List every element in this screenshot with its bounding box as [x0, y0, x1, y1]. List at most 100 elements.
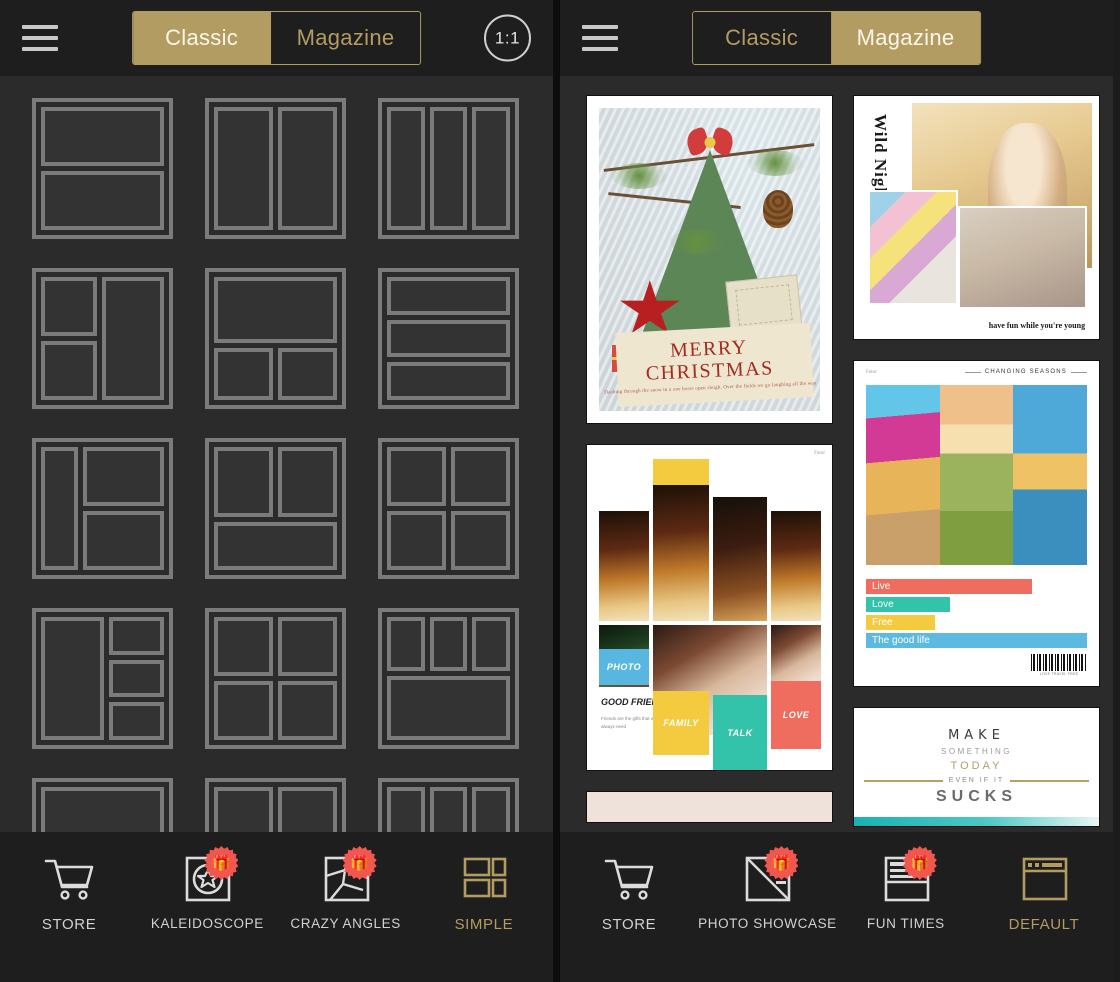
layout-template-top-full-bottom-two[interactable]	[205, 268, 346, 409]
toolbar-item-photo-showcase[interactable]: 🎁 PHOTO SHOWCASE	[698, 846, 837, 931]
layout-template-two-columns[interactable]	[205, 98, 346, 239]
toolbar-item-kaleidoscope[interactable]: 🎁 KALEIDOSCOPE	[138, 846, 276, 931]
tab-magazine[interactable]: Magazine	[830, 12, 981, 64]
bar-live: Live	[866, 579, 1032, 594]
layout-template-quad-uneven[interactable]	[205, 608, 346, 749]
aspect-ratio-button[interactable]: 1:1	[484, 14, 531, 62]
toolbar-label-fun-times: FUN TIMES	[866, 916, 945, 931]
bar-free: Free	[866, 615, 935, 630]
layout-template-left-split-right-full[interactable]	[32, 268, 173, 409]
tab-classic[interactable]: Classic	[692, 12, 831, 64]
make-something-line3: TODAY	[950, 760, 1003, 772]
toolbar-item-crazy-angles[interactable]: 🎁 CRAZY ANGLES	[277, 846, 415, 931]
rule-right	[1010, 779, 1090, 782]
accent-block	[653, 459, 709, 485]
changing-seasons-photos	[866, 385, 1088, 565]
fotor-watermark: Fotor	[814, 451, 825, 456]
layout-template-two-rows[interactable]	[32, 98, 173, 239]
collage-photo	[867, 190, 958, 305]
toolbar-item-fun-times[interactable]: 🎁 FUN TIMES	[837, 846, 975, 931]
toolbar-label-kaleidoscope: KALEIDOSCOPE	[150, 916, 264, 931]
right-mode-switch[interactable]: Classic Magazine	[691, 11, 982, 65]
toolbar-label-photo-showcase: PHOTO SHOWCASE	[698, 916, 837, 931]
make-something-line1: MAKE	[948, 728, 1005, 743]
christmas-title: MERRY CHRISTMAS Dashing through the snow…	[599, 334, 820, 398]
bar-love: Love	[866, 597, 950, 612]
collage-body-text: Friends are the gifts that we always nee…	[601, 716, 657, 729]
layout-template-narrow-left-right-split[interactable]	[32, 438, 173, 579]
right-panel: Classic Magazine MERRY CHRISTMAS Dashing…	[553, 0, 1113, 982]
season-photo	[866, 385, 940, 565]
template-make-something[interactable]: MAKE SOMETHING TODAY EVEN IF IT SUCKS	[854, 708, 1099, 826]
layout-template-scroll[interactable]	[0, 76, 553, 832]
changing-seasons-heading: CHANGING SEASONS	[964, 369, 1087, 375]
layout-template-top-two-bottom-full[interactable]	[205, 438, 346, 579]
barcode-bars	[1031, 654, 1087, 671]
left-panel: Classic Magazine 1:1 STORE 🎁 KALEIDOSCOP…	[0, 0, 553, 982]
toolbar-label-store: STORE	[601, 916, 657, 933]
toolbar-item-simple[interactable]: SIMPLE	[415, 854, 553, 933]
app-stage: Classic Magazine 1:1 STORE 🎁 KALEIDOSCOP…	[0, 0, 1120, 982]
wild-nights-artwork: Wild Nights have fun while you're young	[861, 103, 1092, 332]
photo-showcase-icon: 🎁	[740, 846, 799, 904]
template-partial-next[interactable]	[587, 792, 832, 822]
make-something-line4-row: EVEN IF IT	[863, 777, 1090, 784]
fotor-watermark: Fotor	[866, 370, 877, 375]
collage-label-photo: PHOTO	[599, 649, 649, 685]
season-photo	[1013, 385, 1088, 565]
template-christmas-card[interactable]: MERRY CHRISTMAS Dashing through the snow…	[587, 96, 832, 423]
toolbar-item-store[interactable]: STORE	[0, 854, 138, 933]
hamburger-icon[interactable]	[582, 25, 618, 51]
right-toolbar: STORE 🎁 PHOTO SHOWCASE 🎁 FUN TIMES DEFAU…	[560, 832, 1113, 982]
bar-the-good-life: The good life	[866, 633, 1087, 648]
simple-grid-icon	[457, 854, 511, 904]
left-toolbar: STORE 🎁 KALEIDOSCOPE 🎁 CRAZY ANGLES SIMP…	[0, 832, 553, 982]
pinecone-icon	[763, 189, 794, 228]
right-header: Classic Magazine	[560, 0, 1113, 76]
layout-template-partial-row-b[interactable]	[205, 778, 346, 832]
toolbar-label-store: STORE	[41, 916, 97, 933]
season-photo	[939, 385, 1014, 565]
collage-photo	[599, 511, 649, 621]
template-changing-seasons[interactable]: Fotor CHANGING SEASONS Live Love Free Th…	[854, 361, 1099, 686]
changing-seasons-heading-text: CHANGING SEASONS	[984, 369, 1067, 375]
layout-template-three-columns[interactable]	[378, 98, 519, 239]
crazy-angles-icon: 🎁	[319, 846, 377, 904]
left-mode-switch[interactable]: Classic Magazine	[131, 11, 422, 65]
layout-template-left-full-right-three[interactable]	[32, 608, 173, 749]
rule-left	[964, 371, 981, 373]
teal-footer-band	[854, 817, 1099, 826]
magazine-columns: MERRY CHRISTMAS Dashing through the snow…	[587, 96, 1099, 826]
toolbar-item-default[interactable]: DEFAULT	[975, 854, 1113, 933]
collage-label-love: LOVE	[771, 681, 821, 749]
make-something-line2: SOMETHING	[941, 747, 1012, 756]
rule-right	[1071, 371, 1087, 373]
toolbar-item-store[interactable]: STORE	[560, 854, 698, 933]
layout-template-three-top-one-bottom[interactable]	[378, 608, 519, 749]
christmas-artwork: MERRY CHRISTMAS Dashing through the snow…	[599, 108, 820, 411]
layout-template-two-by-two[interactable]	[378, 438, 519, 579]
tab-magazine[interactable]: Magazine	[270, 12, 421, 64]
cart-icon	[602, 854, 656, 904]
make-something-line5: SUCKS	[935, 788, 1017, 805]
layout-template-partial-row-c[interactable]	[378, 778, 519, 832]
toolbar-label-default: DEFAULT	[1008, 916, 1080, 933]
magazine-column-left: MERRY CHRISTMAS Dashing through the snow…	[587, 96, 832, 826]
barcode: LOVE TRAVEL FREE	[1031, 654, 1087, 676]
layout-template-three-rows[interactable]	[378, 268, 519, 409]
make-something-line4: EVEN IF IT	[948, 777, 1005, 784]
pine-needles-icon	[612, 162, 667, 189]
fun-times-icon: 🎁	[879, 846, 937, 904]
template-wild-nights[interactable]: Wild Nights have fun while you're young	[854, 96, 1099, 339]
magazine-template-scroll[interactable]: MERRY CHRISTMAS Dashing through the snow…	[560, 76, 1113, 832]
tab-classic[interactable]: Classic	[132, 12, 271, 64]
changing-seasons-bars: Live Love Free The good life	[866, 579, 1087, 648]
kaleidoscope-icon: 🎁	[180, 846, 239, 904]
layout-template-partial-row-a[interactable]	[32, 778, 173, 832]
toolbar-label-crazy-angles: CRAZY ANGLES	[290, 916, 401, 931]
template-good-friends[interactable]: Fotor PHOTO GOOD FRIENDS Friends are the…	[587, 445, 832, 770]
hamburger-icon[interactable]	[22, 25, 58, 51]
collage-label-talk: TALK	[713, 695, 767, 770]
magazine-column-right: Wild Nights have fun while you're young …	[854, 96, 1099, 826]
bow-icon	[687, 129, 733, 155]
